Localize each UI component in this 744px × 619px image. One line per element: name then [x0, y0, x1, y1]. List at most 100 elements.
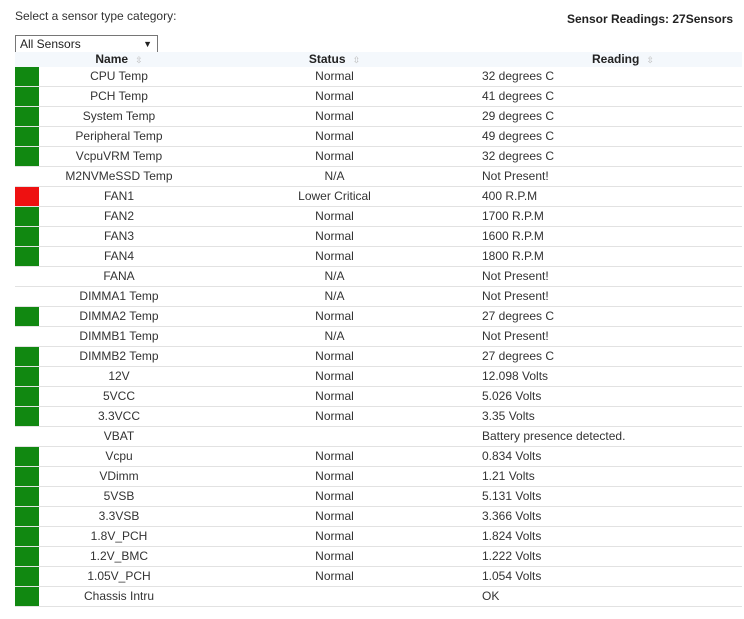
sensor-status: Normal: [199, 226, 470, 247]
table-row: DIMMB1 Temp N/A Not Present!: [15, 326, 742, 347]
table-row: DIMMA2 Temp Normal 27 degrees C: [15, 306, 742, 327]
sensor-reading: 3.35 Volts: [470, 406, 742, 427]
sensor-reading: 1800 R.P.M: [470, 246, 742, 267]
status-indicator: [15, 447, 39, 466]
status-indicator-cell: [15, 446, 39, 467]
status-indicator: [15, 167, 39, 186]
sensor-name: FAN2: [39, 206, 199, 227]
sensor-status: Normal: [199, 526, 470, 547]
column-header-reading[interactable]: Reading ⇳: [470, 52, 742, 67]
status-indicator: [15, 127, 39, 146]
table-row: FAN1 Lower Critical 400 R.P.M: [15, 186, 742, 207]
status-indicator: [15, 267, 39, 286]
status-indicator-cell: [15, 67, 39, 87]
sensor-reading: 27 degrees C: [470, 306, 742, 327]
table-row: M2NVMeSSD Temp N/A Not Present!: [15, 166, 742, 187]
status-indicator: [15, 87, 39, 106]
column-header-status[interactable]: Status ⇳: [199, 52, 470, 67]
sensor-name: System Temp: [39, 106, 199, 127]
column-header-name[interactable]: Name ⇳: [39, 52, 199, 67]
sensor-reading: Not Present!: [470, 266, 742, 287]
sort-icon[interactable]: ⇳: [353, 55, 361, 65]
sensor-name: Peripheral Temp: [39, 126, 199, 147]
status-indicator-cell: [15, 206, 39, 227]
sensor-reading: Not Present!: [470, 326, 742, 347]
status-indicator-cell: [15, 506, 39, 527]
status-indicator-cell: [15, 186, 39, 207]
sensor-reading: 32 degrees C: [470, 146, 742, 167]
sensor-name: 5VSB: [39, 486, 199, 507]
sensor-table: Name ⇳ Status ⇳ Reading ⇳ CPU Temp Normal 32 …: [15, 52, 742, 607]
table-row: 1.8V_PCH Normal 1.824 Volts: [15, 526, 742, 547]
status-indicator-cell: [15, 406, 39, 427]
sort-icon[interactable]: ⇳: [646, 55, 654, 65]
status-indicator-cell: [15, 246, 39, 267]
sensor-name: 12V: [39, 366, 199, 387]
status-indicator: [15, 567, 39, 586]
column-header-status-label: Status: [308, 52, 346, 66]
readings-label: Sensor Readings:: [567, 12, 670, 26]
status-indicator: [15, 147, 39, 166]
sensor-name: 1.05V_PCH: [39, 566, 199, 587]
sensor-reading: Not Present!: [470, 166, 742, 187]
sensor-status: Normal: [199, 386, 470, 407]
sensor-name: VBAT: [39, 426, 199, 447]
status-indicator: [15, 467, 39, 486]
table-row: System Temp Normal 29 degrees C: [15, 106, 742, 127]
sensor-name: DIMMB1 Temp: [39, 326, 199, 347]
status-indicator: [15, 67, 39, 86]
status-indicator-cell: [15, 106, 39, 127]
sensor-status: N/A: [199, 166, 470, 187]
status-indicator-cell: [15, 466, 39, 487]
sensor-name: Vcpu: [39, 446, 199, 467]
status-indicator: [15, 407, 39, 426]
status-indicator: [15, 507, 39, 526]
sensor-status: Normal: [199, 206, 470, 227]
table-row: VDimm Normal 1.21 Volts: [15, 466, 742, 487]
table-row: FANA N/A Not Present!: [15, 266, 742, 287]
status-indicator-cell: [15, 226, 39, 247]
sensor-name: FANA: [39, 266, 199, 287]
table-row: CPU Temp Normal 32 degrees C: [15, 67, 742, 87]
status-indicator-cell: [15, 486, 39, 507]
status-indicator-cell: [15, 426, 39, 447]
status-indicator: [15, 107, 39, 126]
sensor-name: DIMMA2 Temp: [39, 306, 199, 327]
status-indicator-cell: [15, 126, 39, 147]
table-row: FAN4 Normal 1800 R.P.M: [15, 246, 742, 267]
status-indicator-cell: [15, 86, 39, 107]
sensor-name: FAN4: [39, 246, 199, 267]
sensor-status: Normal: [199, 86, 470, 107]
sensor-readings-title: Sensor Readings: 27Sensors: [567, 12, 733, 26]
sort-icon[interactable]: ⇳: [135, 55, 143, 65]
table-row: Vcpu Normal 0.834 Volts: [15, 446, 742, 467]
sensor-name: VDimm: [39, 466, 199, 487]
table-row: FAN2 Normal 1700 R.P.M: [15, 206, 742, 227]
sensor-status: Normal: [199, 366, 470, 387]
column-header-name-label: Name: [95, 52, 129, 66]
status-indicator-cell: [15, 266, 39, 287]
sensor-name: PCH Temp: [39, 86, 199, 107]
readings-suffix: Sensors: [685, 12, 734, 26]
table-row: Chassis Intru OK: [15, 586, 742, 607]
readings-count: 27: [672, 12, 686, 26]
sensor-status: Normal: [199, 67, 470, 87]
sensor-status: N/A: [199, 266, 470, 287]
sensor-category-select[interactable]: All Sensors ▼: [15, 35, 158, 53]
dropdown-arrow-icon: ▼: [143, 39, 152, 49]
status-indicator: [15, 587, 39, 606]
table-row: PCH Temp Normal 41 degrees C: [15, 86, 742, 107]
sensor-status: Normal: [199, 566, 470, 587]
sensor-category-selected: All Sensors: [20, 37, 81, 51]
table-row: 1.2V_BMC Normal 1.222 Volts: [15, 546, 742, 567]
sensor-status: N/A: [199, 286, 470, 307]
sensor-reading: 5.026 Volts: [470, 386, 742, 407]
sensor-status: Normal: [199, 506, 470, 527]
table-row: 5VCC Normal 5.026 Volts: [15, 386, 742, 407]
status-indicator-cell: [15, 286, 39, 307]
table-row: DIMMA1 Temp N/A Not Present!: [15, 286, 742, 307]
sensor-table-header: Name ⇳ Status ⇳ Reading ⇳: [15, 52, 742, 67]
sensor-status: Normal: [199, 146, 470, 167]
sensor-name: FAN3: [39, 226, 199, 247]
sensor-reading: 32 degrees C: [470, 67, 742, 87]
